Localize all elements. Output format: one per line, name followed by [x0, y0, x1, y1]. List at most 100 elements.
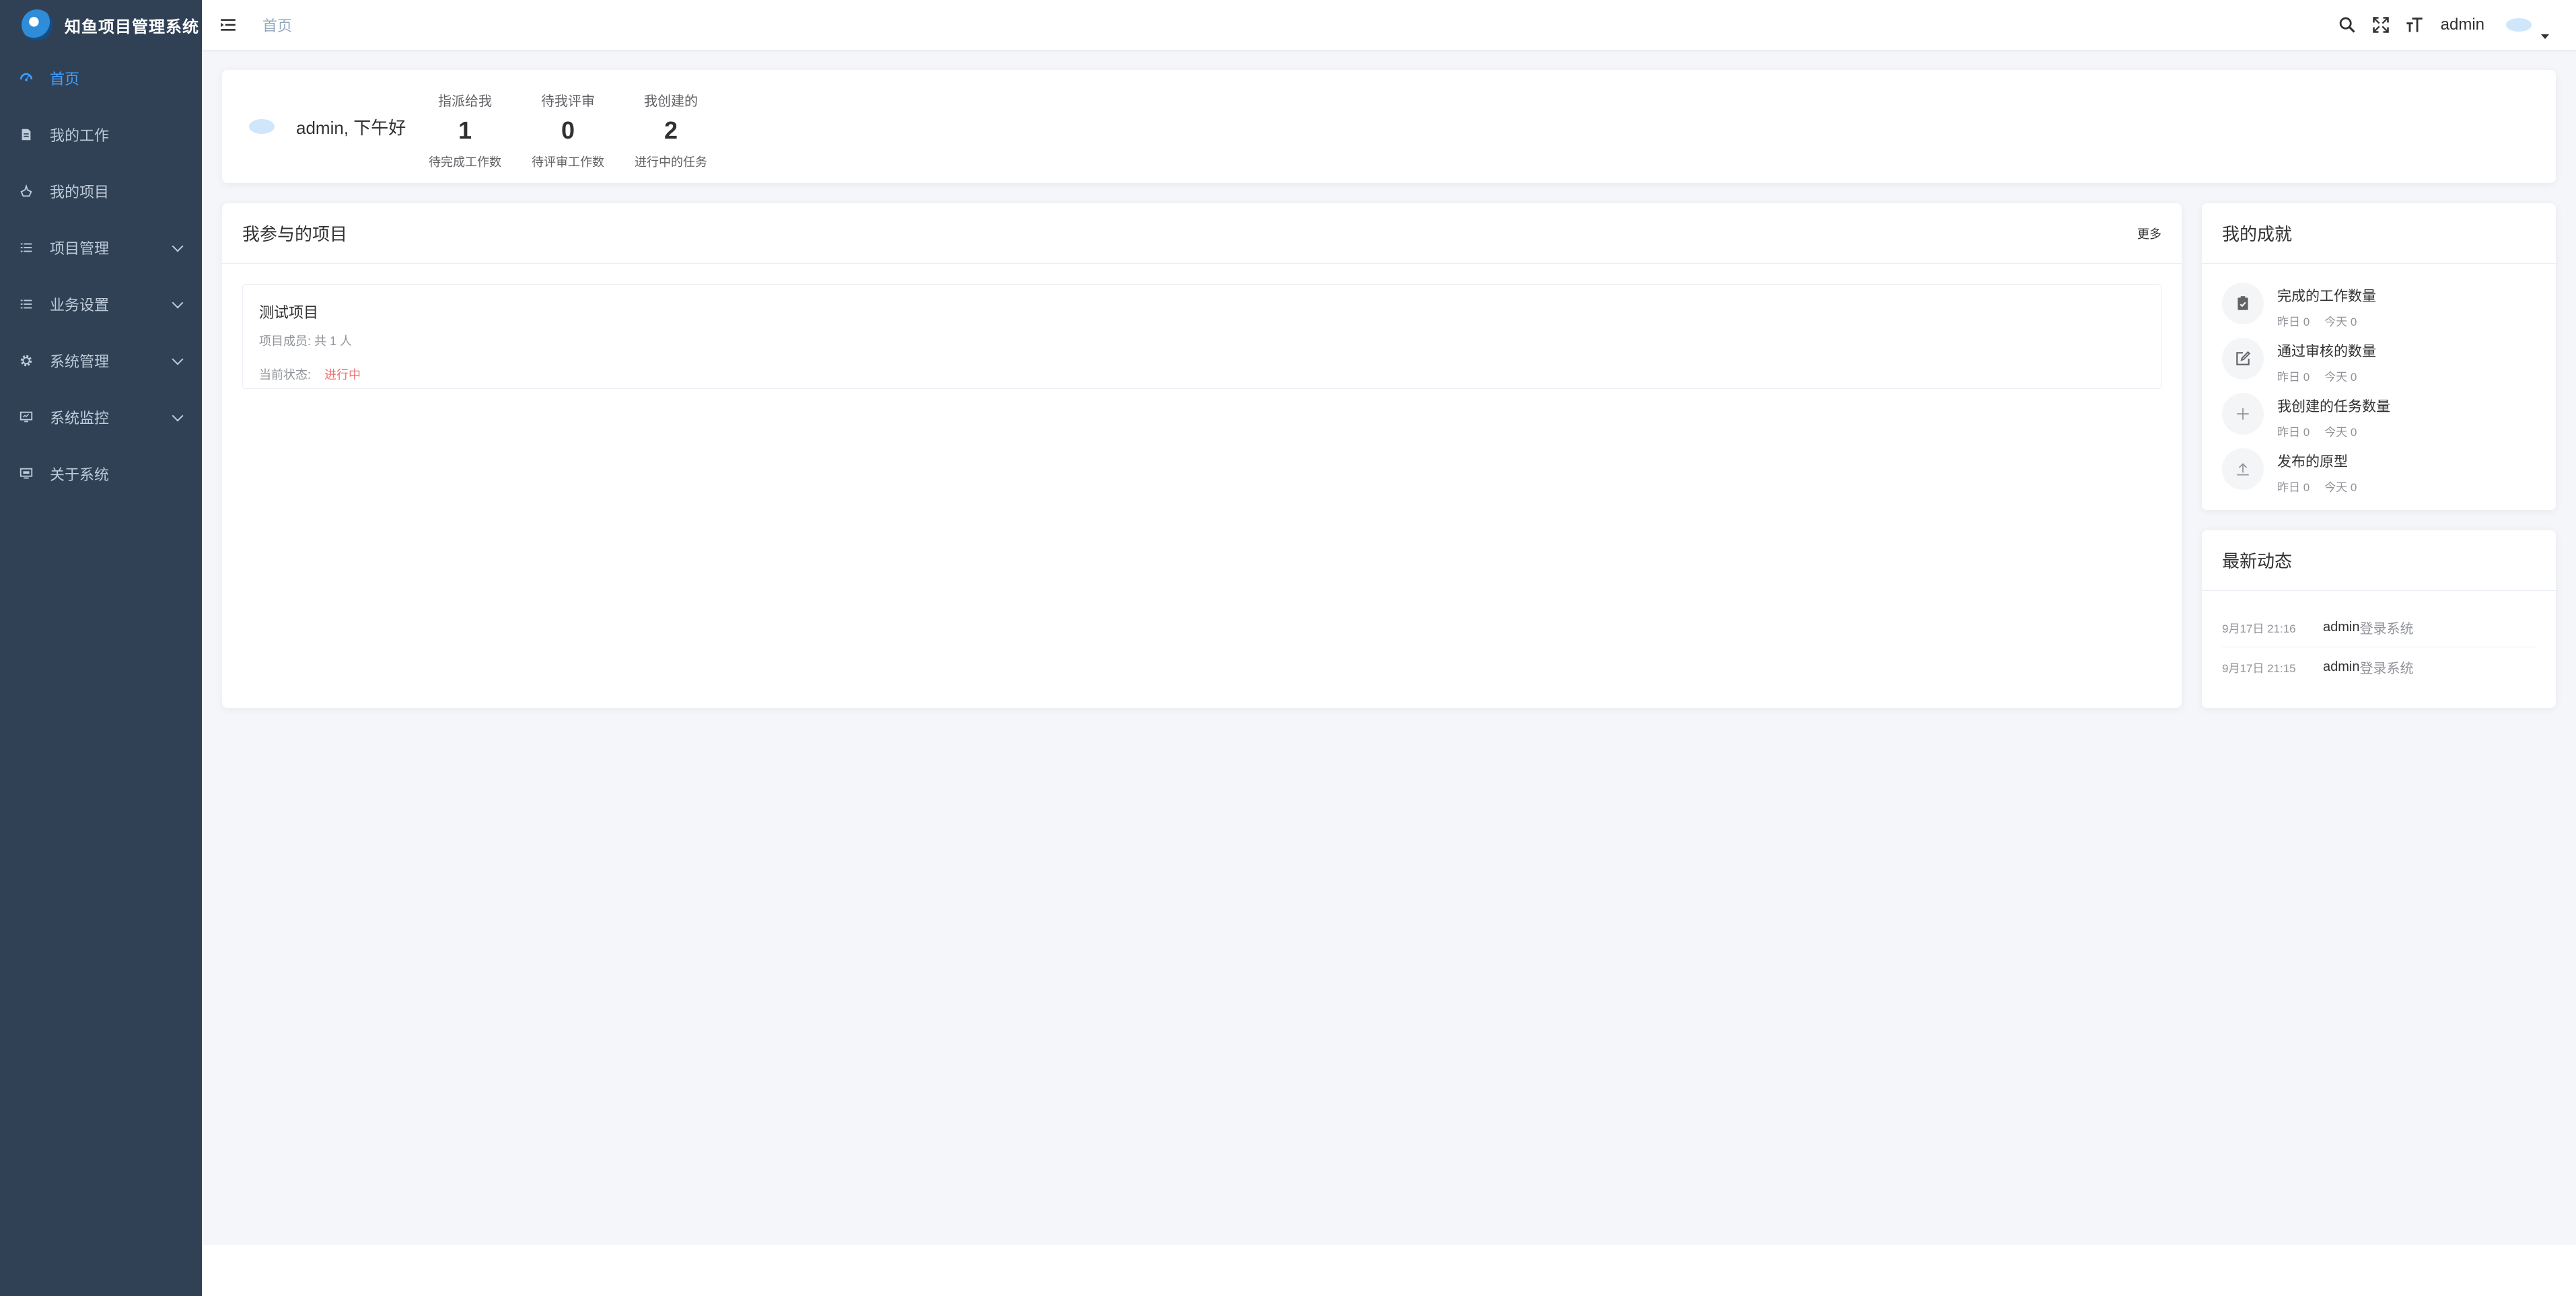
my-projects-card: 我参与的项目 更多 测试项目 项目成员: 共 1 人 当前状态: 进行中	[222, 203, 2182, 708]
document-icon	[19, 127, 34, 142]
stat-subtitle: 待完成工作数	[429, 155, 501, 169]
achievement-yesterday: 昨日 0	[2277, 371, 2310, 384]
stat-review[interactable]: 待我评审 0 待评审工作数	[517, 90, 618, 170]
caret-down-icon[interactable]	[2541, 34, 2549, 39]
monitor-icon	[19, 410, 34, 425]
sidebar-item-label: 项目管理	[50, 240, 110, 257]
achievement-today: 今天 0	[2324, 371, 2357, 384]
activity-text: 登录系统	[2359, 661, 2414, 676]
activity-time: 9月17日 21:16	[2222, 622, 2296, 635]
header-username[interactable]: admin	[2441, 15, 2484, 34]
header-actions: admin	[2324, 0, 2549, 50]
fish-logo-icon	[22, 9, 52, 40]
logo-row[interactable]: 知鱼项目管理系统	[0, 0, 202, 50]
achievement-yesterday: 昨日 0	[2277, 426, 2310, 439]
achievement-today: 今天 0	[2324, 481, 2357, 494]
stat-value: 1	[458, 116, 472, 144]
sidebar-item-label: 我的项目	[50, 184, 110, 201]
activity-text: 登录系统	[2359, 622, 2414, 637]
achievement-item: 发布的原型 昨日 0 今天 0	[2222, 448, 2371, 495]
sidebar-item-label: 首页	[50, 71, 80, 87]
sidebar-item-project-management[interactable]: 项目管理	[0, 219, 202, 276]
chevron-down-icon	[172, 240, 184, 252]
activity-user: admin	[2323, 620, 2360, 635]
menu-toggle-icon[interactable]	[219, 16, 237, 34]
activity-item: 9月17日 21:15 admin 登录系统	[2222, 647, 2536, 686]
sidebar-item-label: 我的工作	[50, 127, 110, 144]
chevron-down-icon	[172, 410, 184, 422]
sidebar-item-label: 关于系统	[50, 466, 110, 483]
sidebar-item-my-work[interactable]: 我的工作	[0, 106, 202, 163]
achievements-card: 我的成就 完成的工作数量 昨日 0 今天 0 通过审核的数量 昨日 0 今天 0 我…	[2202, 203, 2556, 510]
project-icon	[19, 184, 34, 199]
project-name: 测试项目	[259, 304, 319, 321]
edit-icon	[2222, 338, 2264, 380]
achievement-yesterday: 昨日 0	[2277, 316, 2310, 328]
avatar	[249, 119, 275, 134]
activity-user: admin	[2323, 659, 2360, 674]
status-label: 当前状态:	[259, 368, 312, 382]
stat-title: 指派给我	[438, 94, 492, 109]
card-header: 我参与的项目 更多	[222, 203, 2182, 264]
project-members: 项目成员: 共 1 人	[259, 334, 353, 348]
sidebar-item-home[interactable]: 首页	[0, 50, 202, 106]
gear-icon	[19, 353, 34, 368]
achievement-title: 发布的原型	[2277, 454, 2348, 470]
latest-activity-card: 最新动态 9月17日 21:16 admin 登录系统 9月17日 21:15 a…	[2202, 530, 2556, 708]
card-header: 我的成就	[2202, 203, 2556, 264]
stat-value: 0	[561, 116, 575, 144]
list-icon	[19, 240, 34, 255]
achievement-item: 完成的工作数量 昨日 0 今天 0	[2222, 283, 2376, 329]
plus-icon	[2222, 393, 2264, 435]
stat-created[interactable]: 我创建的 2 进行中的任务	[620, 90, 721, 170]
search-icon[interactable]	[2337, 15, 2357, 35]
project-item[interactable]: 测试项目 项目成员: 共 1 人 当前状态: 进行中	[242, 284, 2161, 389]
card-title: 最新动态	[2222, 551, 2293, 571]
activity-item: 9月17日 21:16 admin 登录系统	[2222, 608, 2536, 647]
sidebar-item-label: 业务设置	[50, 297, 110, 314]
sidebar-item-about-system[interactable]: 关于系统	[0, 445, 202, 502]
card-title: 我的成就	[2222, 224, 2293, 244]
achievement-item: 通过审核的数量 昨日 0 今天 0	[2222, 338, 2376, 384]
stat-assigned[interactable]: 指派给我 1 待完成工作数	[415, 90, 515, 170]
achievement-title: 完成的工作数量	[2277, 289, 2376, 304]
stat-title: 我创建的	[644, 94, 698, 109]
stat-subtitle: 待评审工作数	[532, 155, 604, 169]
welcome-card: admin, 下午好 指派给我 1 待完成工作数 待我评审 0 待评审工作数 我…	[222, 70, 2556, 183]
greeting-text: admin, 下午好	[296, 117, 406, 138]
avatar[interactable]	[2506, 18, 2532, 32]
top-navbar: 首页 admin	[202, 0, 2576, 50]
more-link[interactable]: 更多	[2137, 225, 2161, 242]
achievement-today: 今天 0	[2324, 316, 2357, 328]
sidebar-item-system-management[interactable]: 系统管理	[0, 332, 202, 389]
sidebar-item-system-monitor[interactable]: 系统监控	[0, 389, 202, 445]
sidebar-item-my-projects[interactable]: 我的项目	[0, 163, 202, 219]
app-title: 知鱼项目管理系统	[65, 17, 199, 36]
chevron-down-icon	[172, 297, 184, 309]
achievement-title: 通过审核的数量	[2277, 344, 2376, 359]
sidebar-item-business-settings[interactable]: 业务设置	[0, 276, 202, 332]
fullscreen-icon[interactable]	[2371, 15, 2391, 35]
upload-icon	[2222, 448, 2264, 490]
font-size-icon[interactable]	[2404, 15, 2425, 35]
sidebar: 知鱼项目管理系统 首页 我的工作 我的项目 项目管理 业务设置 系统管理 系统监…	[0, 0, 202, 1296]
sidebar-item-label: 系统监控	[50, 410, 110, 427]
clipboard-check-icon	[2222, 283, 2264, 324]
card-header: 最新动态	[2202, 530, 2556, 591]
project-status-row: 当前状态: 进行中	[259, 365, 2145, 383]
sidebar-menu: 首页 我的工作 我的项目 项目管理 业务设置 系统管理 系统监控 关于系统	[0, 50, 202, 502]
chevron-down-icon	[172, 353, 184, 365]
sidebar-item-label: 系统管理	[50, 353, 110, 370]
activity-time: 9月17日 21:15	[2222, 661, 2296, 675]
stat-value: 2	[664, 116, 678, 144]
achievement-title: 我创建的任务数量	[2277, 399, 2390, 415]
card-title: 我参与的项目	[242, 224, 348, 244]
stat-title: 待我评审	[541, 94, 595, 109]
list-icon	[19, 297, 34, 312]
achievement-yesterday: 昨日 0	[2277, 481, 2310, 494]
achievement-today: 今天 0	[2324, 426, 2357, 439]
status-badge: 进行中	[324, 368, 361, 382]
breadcrumb[interactable]: 首页	[262, 14, 292, 36]
info-monitor-icon	[19, 466, 34, 481]
dashboard-icon	[19, 71, 34, 85]
